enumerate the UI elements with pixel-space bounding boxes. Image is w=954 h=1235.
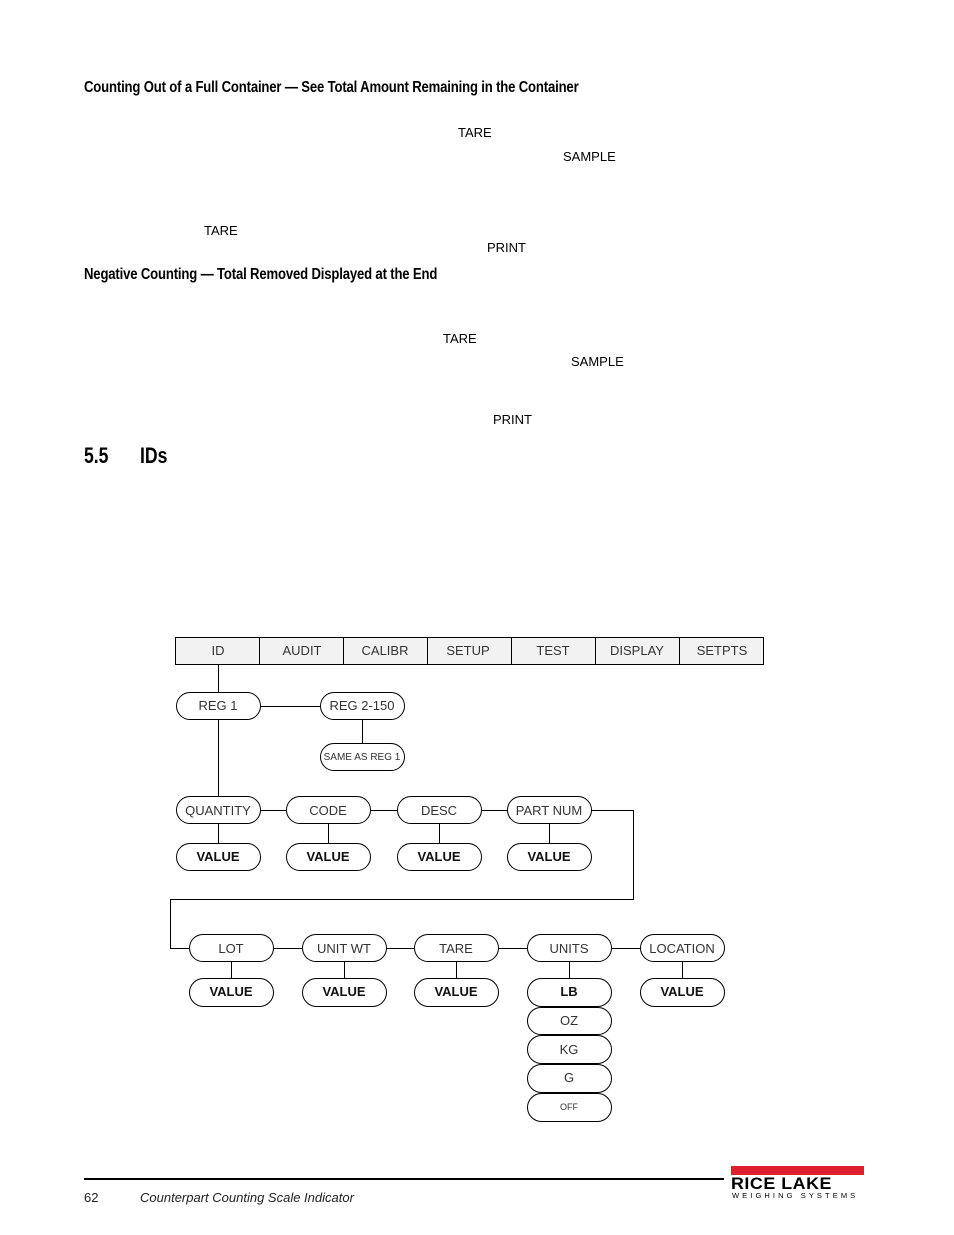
- node-label-same-as-reg1: SAME AS REG 1: [324, 752, 401, 763]
- value-label: VALUE: [660, 984, 703, 999]
- document-title: Counterpart Counting Scale Indicator: [140, 1190, 354, 1205]
- menu-item-display: DISPLAY: [610, 643, 664, 658]
- value-label: VALUE: [196, 849, 239, 864]
- node-label-part-num: PART NUM: [516, 803, 582, 818]
- node-label-tare: TARE: [439, 941, 473, 956]
- node-label-unit-wt: UNIT WT: [317, 941, 371, 956]
- footer-rule: [84, 1178, 724, 1180]
- option-label-oz: OZ: [560, 1013, 578, 1028]
- menu-item-setup: SETUP: [446, 643, 489, 658]
- rice-lake-logo-subtitle: WEIGHING SYSTEMS: [732, 1191, 859, 1200]
- node-label-location: LOCATION: [649, 941, 715, 956]
- option-label-lb: LB: [560, 984, 577, 999]
- node-label-lot: LOT: [218, 941, 243, 956]
- value-label: VALUE: [417, 849, 460, 864]
- value-label: VALUE: [322, 984, 365, 999]
- node-label-reg1: REG 1: [198, 698, 237, 713]
- menu-item-id: ID: [212, 643, 225, 658]
- value-label: VALUE: [434, 984, 477, 999]
- value-label: VALUE: [306, 849, 349, 864]
- menu-item-setpts: SETPTS: [697, 643, 748, 658]
- node-label-desc: DESC: [421, 803, 457, 818]
- value-label: VALUE: [209, 984, 252, 999]
- node-label-code: CODE: [309, 803, 347, 818]
- node-label-reg2-150: REG 2-150: [329, 698, 394, 713]
- value-label: VALUE: [527, 849, 570, 864]
- node-label-quantity: QUANTITY: [185, 803, 251, 818]
- menu-item-test: TEST: [536, 643, 569, 658]
- option-label-off: OFF: [560, 1102, 578, 1112]
- option-label-g: G: [564, 1070, 574, 1085]
- menu-item-calibr: CALIBR: [362, 643, 409, 658]
- id-menu-diagram: ID AUDIT CALIBR SETUP TEST DISPLAY SETPT…: [170, 637, 764, 1122]
- option-label-kg: KG: [560, 1042, 579, 1057]
- node-label-units: UNITS: [550, 941, 589, 956]
- page-number: 62: [84, 1190, 99, 1205]
- menu-item-audit: AUDIT: [283, 643, 322, 658]
